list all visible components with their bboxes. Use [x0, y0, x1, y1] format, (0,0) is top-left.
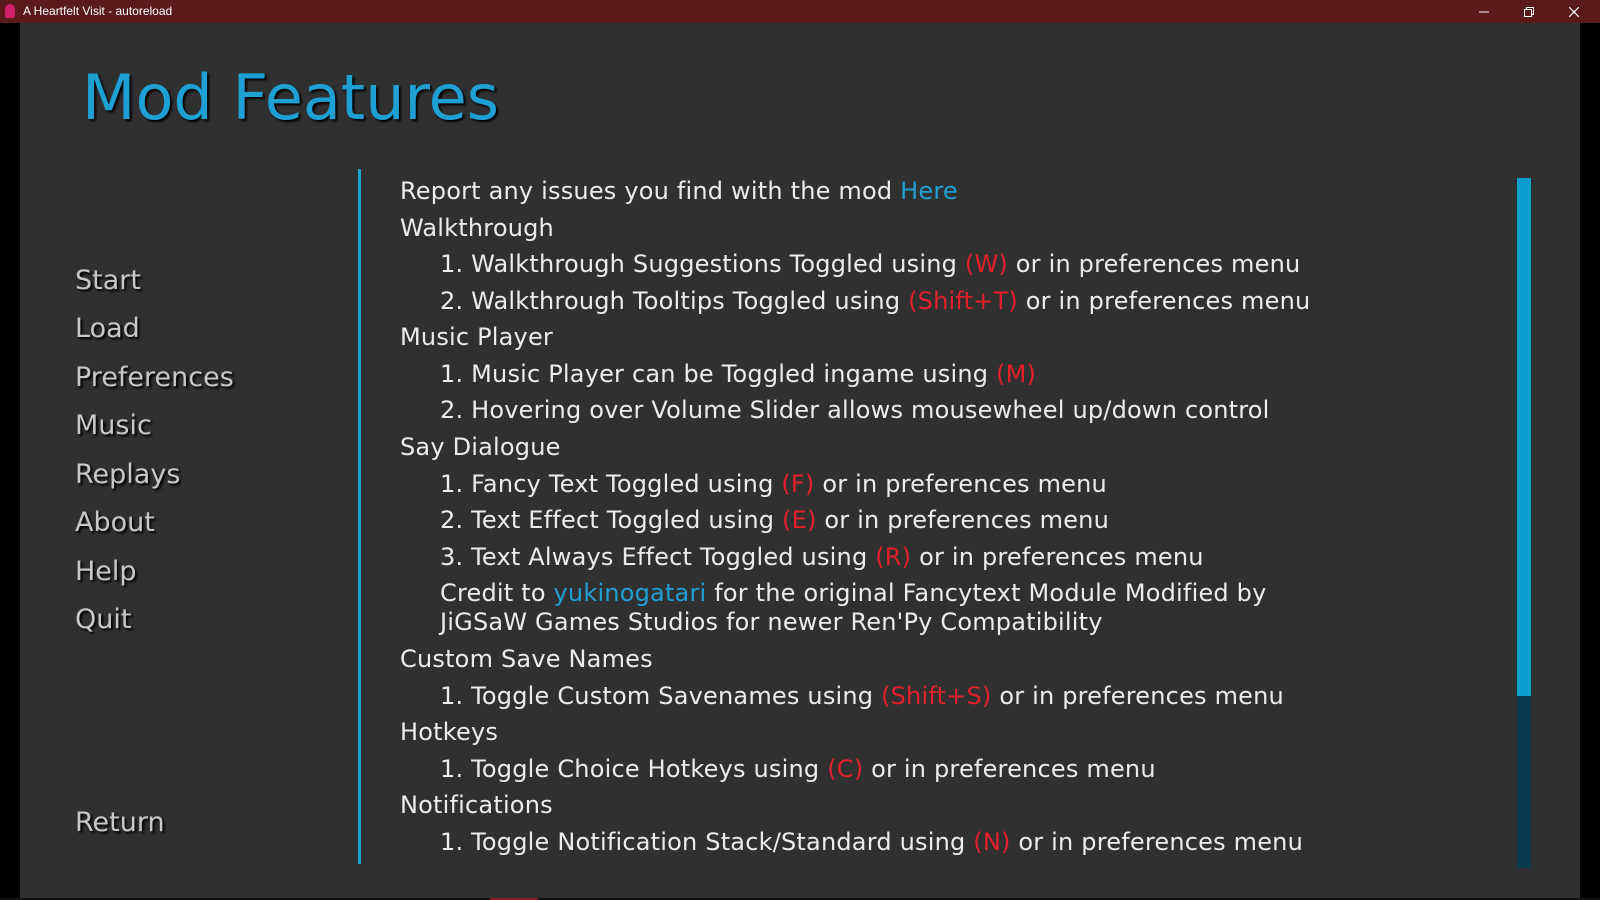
say-dialogue-item-3: 3. Text Always Effect Toggled using (R) … — [440, 542, 1204, 572]
section-heading-music-player: Music Player — [400, 323, 553, 351]
item-text: or in preferences menu — [991, 682, 1284, 710]
credit-text: Credit to — [440, 579, 554, 607]
nav-item-about[interactable]: About — [75, 507, 155, 538]
item-text: or in preferences menu — [1010, 828, 1303, 856]
item-text: or in preferences menu — [1007, 250, 1301, 278]
nav-item-start[interactable]: Start — [75, 265, 141, 296]
say-dialogue-item-2: 2. Text Effect Toggled using (E) or in p… — [440, 505, 1109, 535]
section-heading-walkthrough: Walkthrough — [400, 214, 554, 242]
section-heading-custom-save-names: Custom Save Names — [400, 645, 653, 673]
close-icon — [1569, 6, 1579, 17]
page-title: Mod Features — [82, 61, 500, 134]
section-heading-hotkeys: Hotkeys — [400, 718, 499, 746]
game-screen: Mod Features Start Load Preferences Musi… — [20, 23, 1580, 898]
content-scrollbar-thumb[interactable] — [1517, 178, 1531, 696]
hotkey-label: (Shift+T) — [908, 287, 1018, 315]
item-text: 1. Walkthrough Suggestions Toggled using — [440, 250, 965, 278]
nav-item-preferences[interactable]: Preferences — [75, 362, 234, 393]
item-text: 1. Music Player can be Toggled ingame us… — [440, 360, 997, 388]
hotkeys-item-1: 1. Toggle Choice Hotkeys using (C) or in… — [440, 754, 1156, 784]
return-button[interactable]: Return — [75, 807, 165, 838]
close-button[interactable] — [1552, 0, 1596, 23]
hotkey-label: (E) — [782, 506, 817, 534]
notifications-item-1: 1. Toggle Notification Stack/Standard us… — [440, 827, 1303, 857]
report-issues-link[interactable]: Here — [900, 177, 958, 205]
walkthrough-item-1: 1. Walkthrough Suggestions Toggled using… — [440, 249, 1300, 279]
item-text: 3. Text Always Effect Toggled using — [440, 543, 876, 571]
item-text: 2. Walkthrough Tooltips Toggled using — [440, 287, 909, 315]
item-text: or in preferences menu — [1017, 287, 1311, 315]
nav-item-quit[interactable]: Quit — [75, 604, 131, 635]
credit-line-2: JiGSaW Games Studios for newer Ren'Py Co… — [440, 608, 1103, 636]
walkthrough-item-2: 2. Walkthrough Tooltips Toggled using (S… — [440, 286, 1310, 316]
window-title-bar: A Heartfelt Visit - autoreload — [0, 0, 1600, 23]
say-dialogue-item-1: 1. Fancy Text Toggled using (F) or in pr… — [440, 469, 1107, 499]
minimize-button[interactable] — [1462, 0, 1506, 23]
hotkey-label: (C) — [827, 755, 864, 783]
item-text: or in preferences menu — [816, 506, 1109, 534]
credit-text: for the original Fancytext Module Modifi… — [706, 579, 1267, 607]
credit-line-1: Credit to yukinogatari for the original … — [440, 578, 1267, 608]
minimize-icon — [1479, 11, 1489, 12]
window-title: A Heartfelt Visit - autoreload — [23, 4, 173, 18]
music-player-item-2: 2. Hovering over Volume Slider allows mo… — [440, 396, 1270, 424]
section-heading-say-dialogue: Say Dialogue — [400, 433, 561, 461]
item-text: 1. Toggle Notification Stack/Standard us… — [440, 828, 974, 856]
item-text: 1. Fancy Text Toggled using — [440, 470, 782, 498]
nav-item-load[interactable]: Load — [75, 313, 140, 344]
item-text: or in preferences menu — [814, 470, 1107, 498]
window-right-border — [1580, 23, 1600, 900]
nav-item-help[interactable]: Help — [75, 556, 137, 587]
hotkey-label: (R) — [875, 543, 912, 571]
credit-author-link[interactable]: yukinogatari — [554, 579, 707, 607]
hotkey-label: (Shift+S) — [881, 682, 992, 710]
hotkey-label: (W) — [964, 250, 1008, 278]
restore-icon — [1524, 6, 1534, 17]
nav-item-replays[interactable]: Replays — [75, 459, 180, 490]
hotkey-label: (N) — [973, 828, 1011, 856]
app-icon — [5, 4, 15, 18]
item-text: or in preferences menu — [863, 755, 1156, 783]
item-text: or in preferences menu — [911, 543, 1204, 571]
menu-divider — [358, 169, 361, 864]
section-heading-notifications: Notifications — [400, 791, 553, 819]
item-text: 1. Toggle Choice Hotkeys using — [440, 755, 828, 783]
report-issues-line: Report any issues you find with the mod … — [400, 176, 958, 206]
item-text: 2. Text Effect Toggled using — [440, 506, 783, 534]
hotkey-label: (F) — [781, 470, 815, 498]
mod-features-content[interactable]: Report any issues you find with the mod … — [400, 173, 1490, 865]
hotkey-label: (M) — [996, 360, 1037, 388]
music-player-item-1: 1. Music Player can be Toggled ingame us… — [440, 359, 1036, 389]
custom-save-names-item-1: 1. Toggle Custom Savenames using (Shift+… — [440, 681, 1284, 711]
item-text: 1. Toggle Custom Savenames using — [440, 682, 882, 710]
window-left-border — [0, 23, 20, 900]
report-issues-text: Report any issues you find with the mod — [400, 177, 901, 205]
nav-item-music[interactable]: Music — [75, 410, 152, 441]
restore-button[interactable] — [1507, 0, 1551, 23]
